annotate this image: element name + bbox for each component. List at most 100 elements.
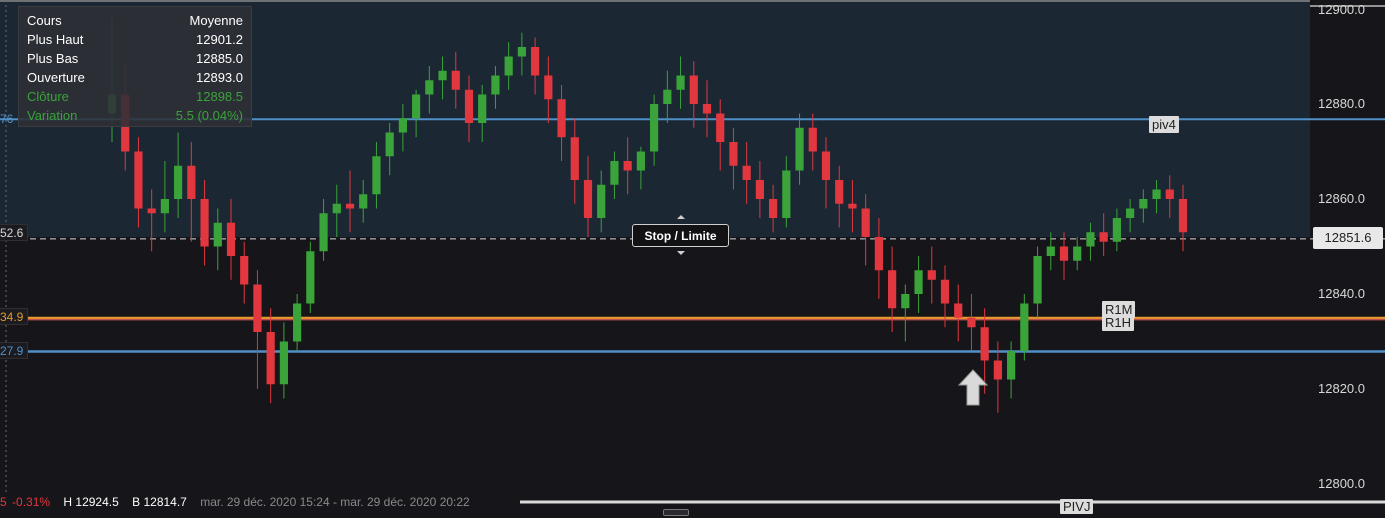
candle-body bbox=[1099, 232, 1108, 242]
info-row-close: Clôture 12898.5 bbox=[27, 87, 243, 106]
candle-body bbox=[451, 70, 460, 90]
candle-body bbox=[597, 184, 606, 218]
candle-body bbox=[1033, 256, 1042, 304]
candle-body bbox=[345, 203, 355, 209]
info-header: Cours Moyenne bbox=[27, 11, 243, 30]
info-label: Plus Bas bbox=[27, 51, 79, 66]
candle-body bbox=[359, 194, 368, 209]
level-label-piv4: piv4 bbox=[1149, 116, 1179, 133]
price-tick-12840: 12840.0 bbox=[1318, 286, 1365, 301]
candle-body bbox=[293, 303, 302, 342]
candle-body bbox=[504, 56, 513, 76]
info-value: 12893.0 bbox=[196, 70, 243, 85]
current-price-badge: 12851.6 bbox=[1313, 227, 1383, 249]
candle-body bbox=[1139, 199, 1148, 209]
candle-body bbox=[478, 94, 487, 123]
candle-body bbox=[940, 279, 950, 304]
candle-body bbox=[967, 317, 976, 328]
price-tick-12800: 12800.0 bbox=[1318, 476, 1365, 491]
info-label: Ouverture bbox=[27, 70, 85, 85]
candle-body bbox=[425, 80, 434, 95]
candle-body bbox=[1112, 218, 1121, 242]
left-tag-pivot: 27.9 bbox=[0, 342, 29, 359]
candle-body bbox=[980, 327, 989, 361]
candle-body bbox=[147, 208, 156, 214]
bottom-period: mar. 29 déc. 2020 15:24 - mar. 29 déc. 2… bbox=[200, 495, 470, 509]
candle-body bbox=[808, 127, 817, 152]
candle-body bbox=[1086, 232, 1095, 247]
candle-body bbox=[200, 199, 209, 247]
info-value: 12901.2 bbox=[196, 32, 243, 47]
candle-body bbox=[1152, 189, 1161, 199]
candle-body bbox=[1007, 351, 1016, 380]
candle-body bbox=[544, 75, 553, 100]
info-value: 12898.5 bbox=[196, 89, 243, 104]
candle-body bbox=[835, 180, 844, 204]
candle-body bbox=[1059, 246, 1069, 261]
candle-body bbox=[412, 94, 421, 119]
info-label: Clôture bbox=[27, 89, 69, 104]
candle-body bbox=[1020, 303, 1029, 351]
info-row-high: Plus Haut 12901.2 bbox=[27, 30, 243, 49]
level-label-pivj: PIVJ bbox=[1060, 499, 1094, 514]
candle-body bbox=[663, 89, 672, 104]
candle-body bbox=[874, 237, 883, 271]
candle-body bbox=[372, 156, 381, 195]
info-value: 12885.0 bbox=[196, 51, 243, 66]
bottom-low: B 12814.7 bbox=[132, 495, 187, 509]
price-tick-12820: 12820.0 bbox=[1318, 381, 1365, 396]
bottom-high: H 12924.5 bbox=[63, 495, 119, 509]
stop-limit-button[interactable]: Stop / Limite bbox=[632, 224, 729, 247]
candle-body bbox=[557, 99, 566, 138]
candle-body bbox=[187, 165, 196, 199]
candle-body bbox=[901, 294, 910, 309]
candle-body bbox=[1165, 189, 1174, 199]
candle-body bbox=[332, 203, 341, 214]
candle-body bbox=[861, 208, 870, 237]
ohlc-info-panel: Cours Moyenne Plus Haut 12901.2 Plus Bas… bbox=[18, 6, 252, 127]
candle-body bbox=[134, 151, 143, 209]
price-tick-12880: 12880.0 bbox=[1318, 96, 1365, 111]
bottom-change: -0.31% bbox=[12, 495, 51, 509]
drag-handle-icon[interactable] bbox=[663, 509, 689, 516]
candle-body bbox=[531, 47, 540, 76]
candle-body bbox=[729, 142, 738, 166]
candle-body bbox=[174, 165, 183, 199]
candle-body bbox=[782, 170, 791, 218]
candle-body bbox=[636, 151, 645, 171]
candle-body bbox=[623, 161, 632, 171]
price-tick-12900: 12900.0 bbox=[1318, 2, 1365, 17]
bottom-status-bar: 5 -0.31% H 12924.5 B 12814.7 mar. 29 déc… bbox=[0, 493, 480, 511]
candle-body bbox=[1178, 199, 1188, 233]
candle-body bbox=[702, 104, 712, 114]
candle-body bbox=[888, 270, 897, 309]
left-tag-r1m: 34.9 bbox=[0, 308, 29, 325]
candle-body bbox=[927, 270, 936, 280]
candle-body bbox=[954, 303, 963, 318]
candle-body bbox=[398, 118, 407, 133]
candle-body bbox=[1126, 208, 1135, 218]
candle-body bbox=[676, 75, 685, 90]
info-row-open: Ouverture 12893.0 bbox=[27, 68, 243, 87]
candle-body bbox=[438, 70, 447, 81]
candle-body bbox=[240, 256, 249, 285]
candle-body bbox=[795, 127, 804, 171]
candle-body bbox=[755, 180, 764, 199]
candle-body bbox=[742, 165, 751, 180]
candle-body bbox=[319, 213, 328, 252]
info-row-change: Variation 5.5 (0.04%) bbox=[27, 106, 243, 125]
info-label: Plus Haut bbox=[27, 32, 84, 47]
bottom-left-fragment: 5 bbox=[0, 495, 7, 509]
info-value: 5.5 (0.04%) bbox=[175, 108, 243, 123]
price-tick-12860: 12860.0 bbox=[1318, 191, 1365, 206]
candle-body bbox=[517, 47, 526, 57]
candle-body bbox=[610, 161, 619, 185]
level-label-r1h: R1H bbox=[1102, 314, 1135, 331]
candle-body bbox=[993, 360, 1002, 380]
candle-body bbox=[279, 341, 288, 385]
candle-body bbox=[226, 222, 236, 256]
candle-body bbox=[253, 284, 262, 332]
info-label: Variation bbox=[27, 108, 78, 123]
candle-body bbox=[583, 180, 593, 218]
candle-body bbox=[769, 199, 778, 218]
